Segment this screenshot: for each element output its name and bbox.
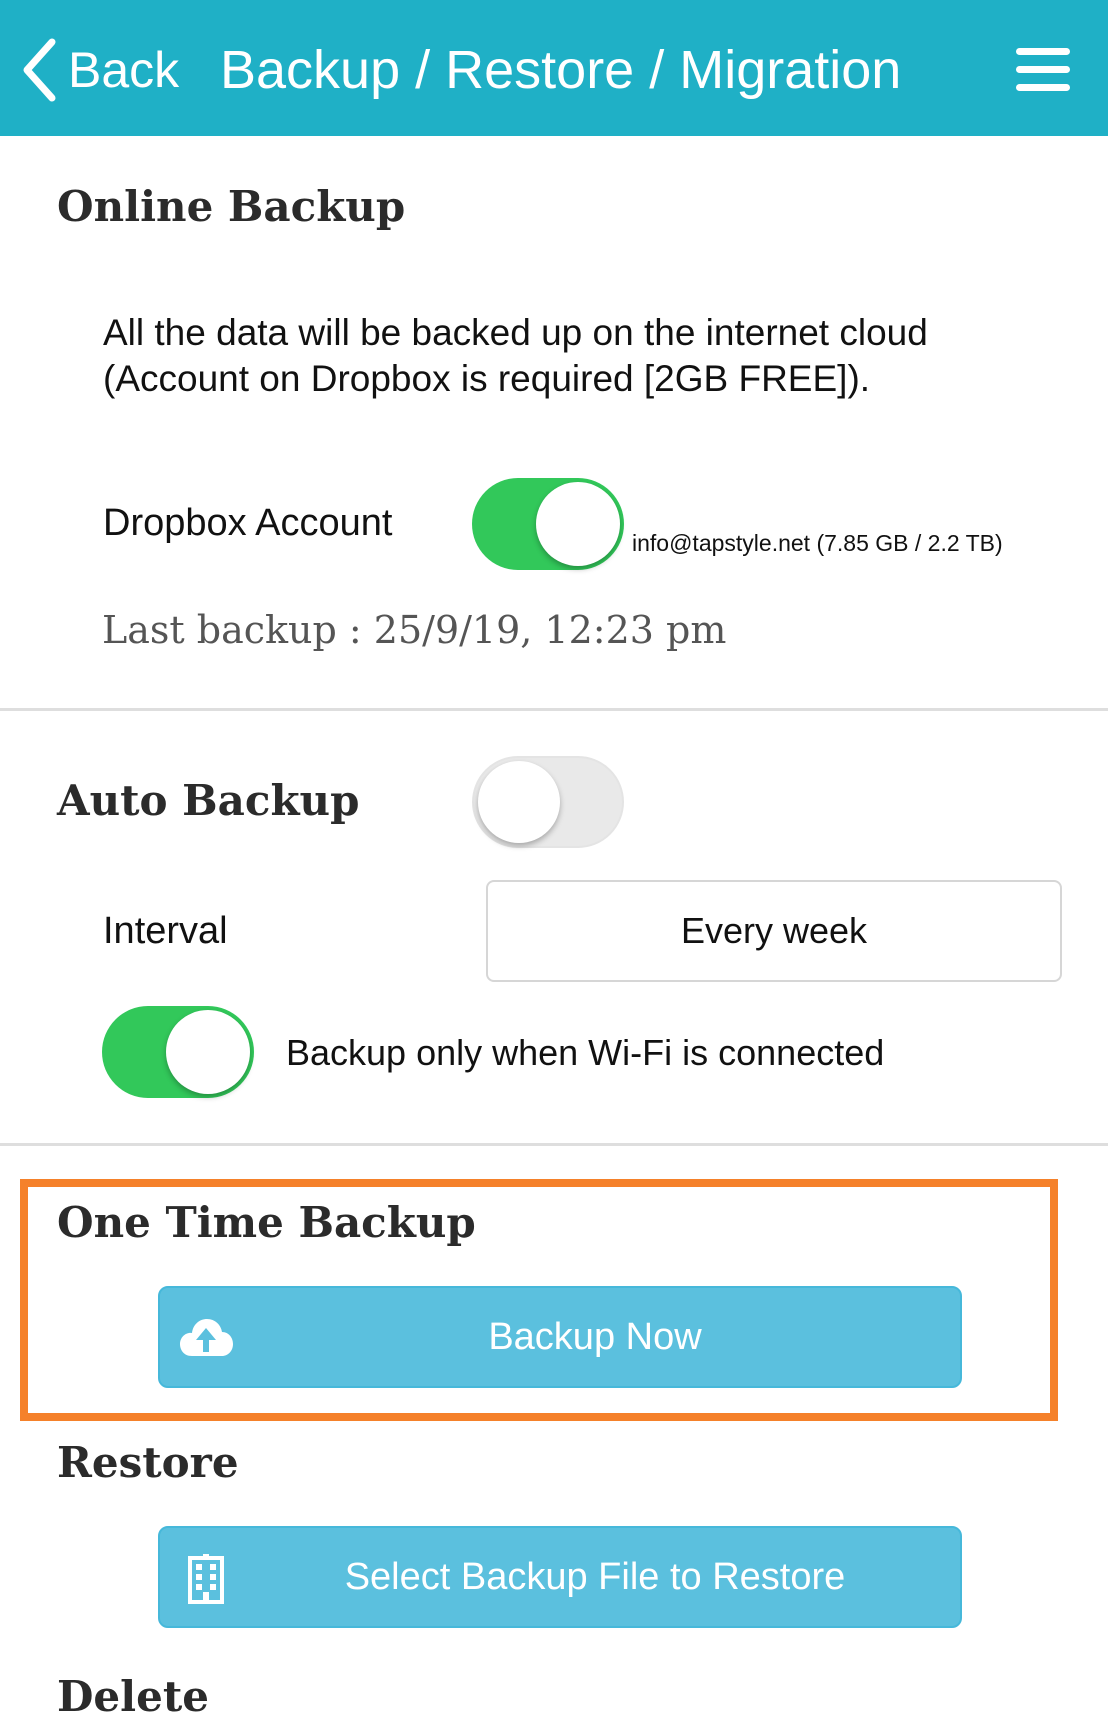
- dropbox-account-info: info@tapstyle.net (7.85 GB / 2.2 TB): [632, 530, 1003, 556]
- one-time-backup-heading: One Time Backup: [57, 1198, 476, 1247]
- restore-heading: Restore: [57, 1438, 239, 1487]
- interval-select[interactable]: Every week: [486, 880, 1062, 982]
- chevron-left-icon: [22, 38, 56, 102]
- auto-backup-toggle[interactable]: [472, 756, 624, 848]
- interval-value: Every week: [680, 910, 868, 951]
- back-label: Back: [68, 42, 180, 98]
- delete-heading: Delete: [57, 1672, 209, 1721]
- backup-now-button[interactable]: Backup Now: [158, 1286, 962, 1388]
- back-button[interactable]: Back: [22, 38, 179, 102]
- online-backup-heading: Online Backup: [57, 182, 406, 231]
- navigation-bar: Back Backup / Restore / Migration: [0, 0, 1108, 136]
- hamburger-menu-icon[interactable]: [1016, 48, 1070, 92]
- wifi-only-label: Backup only when Wi-Fi is connected: [286, 1032, 885, 1073]
- dropbox-account-toggle[interactable]: [472, 478, 624, 570]
- backup-now-label: Backup Now: [488, 1316, 702, 1358]
- section-divider: [0, 708, 1108, 711]
- toggle-knob: [478, 761, 560, 843]
- section-divider: [0, 1143, 1108, 1146]
- select-backup-file-label: Select Backup File to Restore: [344, 1556, 846, 1598]
- page-title: Backup / Restore / Migration: [220, 40, 902, 100]
- dropbox-account-label: Dropbox Account: [103, 502, 393, 544]
- last-backup-timestamp: Last backup : 25/9/19, 12:23 pm: [102, 608, 727, 652]
- wifi-only-toggle[interactable]: [102, 1006, 254, 1098]
- online-backup-description: All the data will be backed up on the in…: [103, 312, 928, 399]
- auto-backup-heading: Auto Backup: [57, 776, 360, 825]
- interval-label: Interval: [103, 910, 228, 952]
- toggle-knob: [536, 482, 620, 566]
- select-backup-file-button[interactable]: Select Backup File to Restore: [158, 1526, 962, 1628]
- toggle-knob: [166, 1010, 250, 1094]
